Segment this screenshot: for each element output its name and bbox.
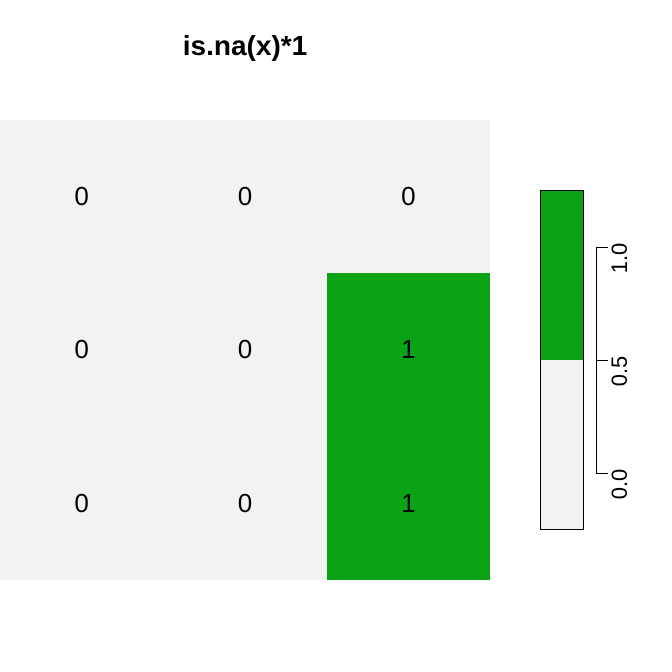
legend-tick-label-1p0: 1.0 bbox=[607, 238, 633, 278]
color-legend bbox=[540, 190, 584, 530]
cell-2-2: 1 bbox=[327, 427, 490, 580]
cell-2-1: 0 bbox=[163, 427, 326, 580]
cell-1-0: 0 bbox=[0, 273, 163, 426]
cell-0-0: 0 bbox=[0, 120, 163, 273]
cell-1-1: 0 bbox=[163, 273, 326, 426]
legend-tick-label-0p0: 0.0 bbox=[607, 464, 633, 504]
heatmap-grid: 0 0 0 0 0 1 0 0 1 bbox=[0, 120, 490, 580]
chart-title: is.na(x)*1 bbox=[0, 30, 490, 62]
legend-high-color bbox=[541, 191, 583, 360]
legend-tick-label-0p5: 0.5 bbox=[607, 351, 633, 391]
cell-1-2: 1 bbox=[327, 273, 490, 426]
cell-0-2: 0 bbox=[327, 120, 490, 273]
legend-low-color bbox=[541, 360, 583, 529]
cell-2-0: 0 bbox=[0, 427, 163, 580]
cell-0-1: 0 bbox=[163, 120, 326, 273]
